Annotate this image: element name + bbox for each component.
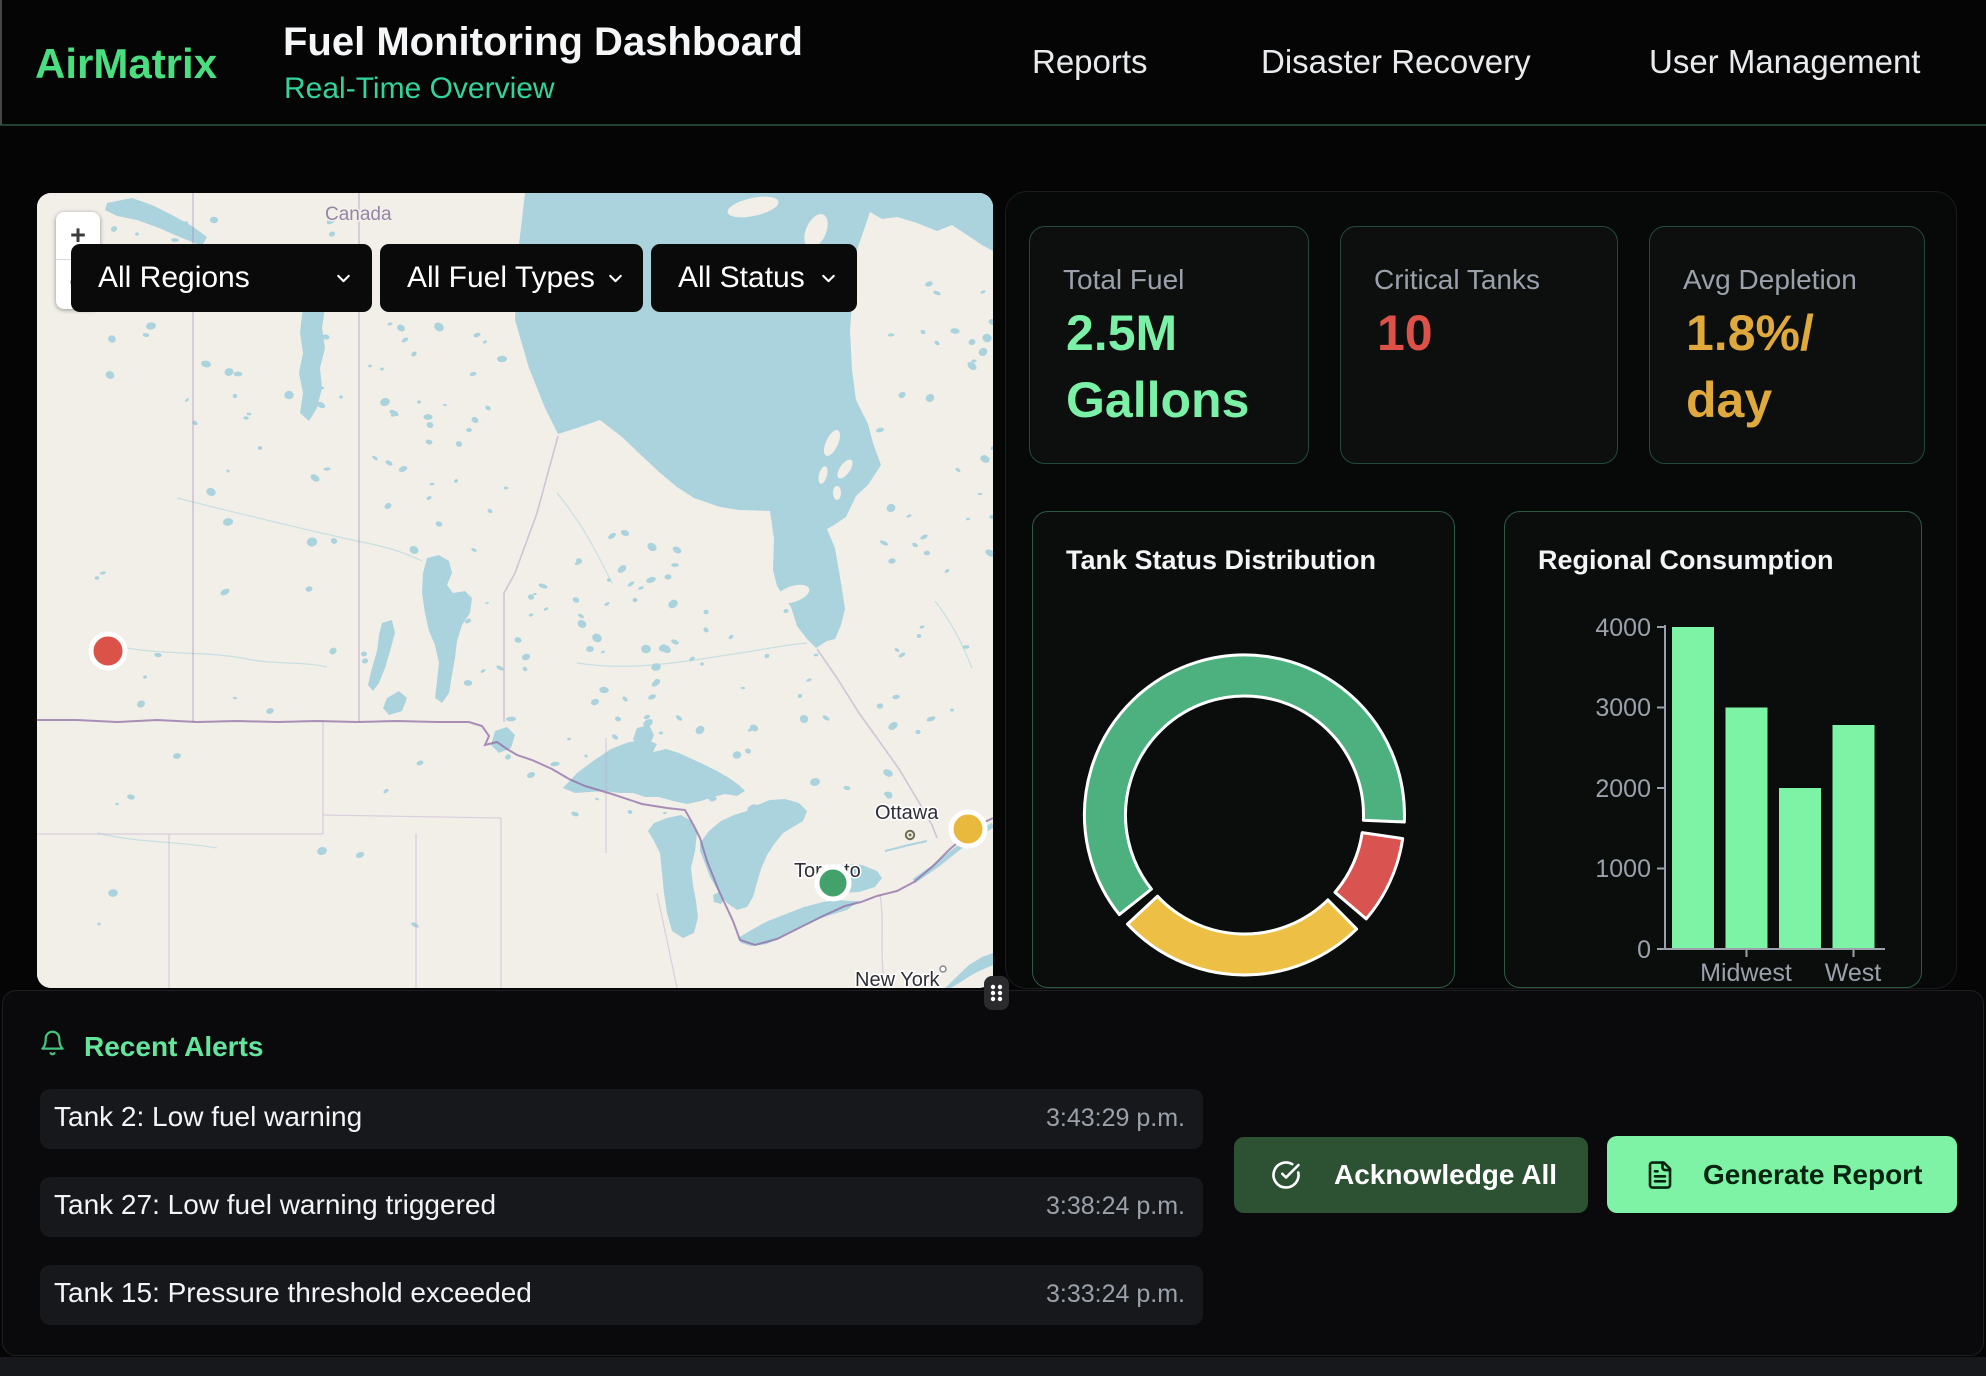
svg-text:2000: 2000: [1595, 775, 1651, 803]
svg-text:West: West: [1825, 959, 1882, 987]
svg-text:4000: 4000: [1595, 614, 1651, 642]
svg-text:Canada: Canada: [325, 204, 392, 225]
svg-text:0: 0: [1637, 936, 1651, 964]
svg-text:Midwest: Midwest: [1700, 959, 1792, 987]
svg-text:1000: 1000: [1595, 855, 1651, 883]
svg-text:3000: 3000: [1595, 694, 1651, 722]
svg-text:New York: New York: [855, 969, 940, 988]
svg-text:Ottawa: Ottawa: [875, 802, 939, 824]
